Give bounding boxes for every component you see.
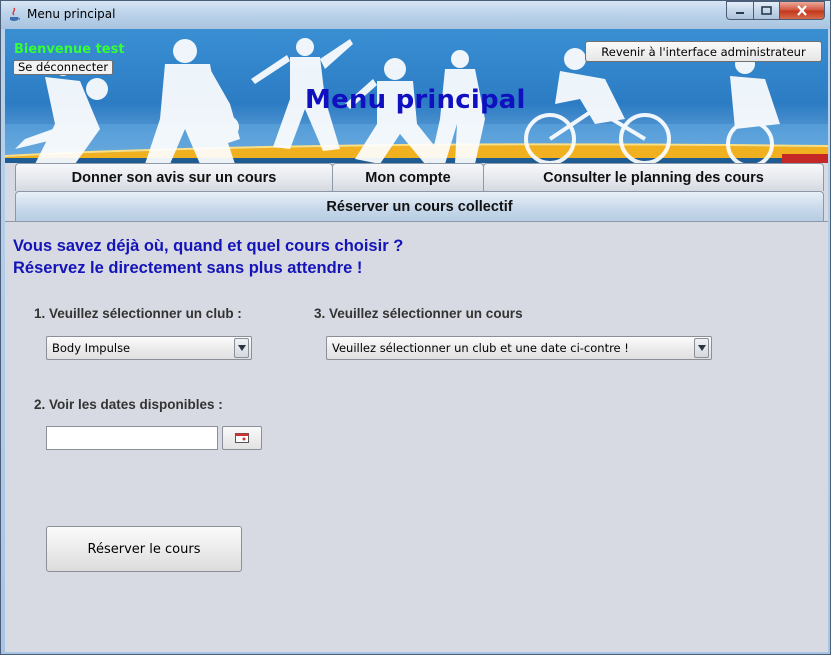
tab-planning[interactable]: Consulter le planning des cours xyxy=(483,163,824,191)
welcome-text: Bienvenue test xyxy=(14,42,125,57)
header-banner: Bienvenue test Se déconnecter Revenir à … xyxy=(5,29,828,164)
tab-reserver[interactable]: Réserver un cours collectif xyxy=(15,191,824,221)
course-select[interactable]: Veuillez sélectionner un club et une dat… xyxy=(326,336,712,360)
admin-interface-button[interactable]: Revenir à l'interface administrateur xyxy=(585,41,822,62)
date-field[interactable] xyxy=(46,426,218,450)
course-label: 3. Veuillez sélectionner un cours xyxy=(314,306,523,321)
headline-call-to-action: Réservez le directement sans plus attend… xyxy=(13,259,363,277)
club-select-value: Body Impulse xyxy=(52,341,131,355)
course-select-value: Veuillez sélectionner un club et une dat… xyxy=(332,341,629,355)
calendar-icon xyxy=(235,433,249,443)
maximize-button[interactable] xyxy=(753,1,779,20)
tab-bar: Donner son avis sur un cours Mon compte … xyxy=(5,163,828,221)
app-window: Menu principal Bienvenue test Se déconne… xyxy=(0,0,831,655)
tab-mon-compte[interactable]: Mon compte xyxy=(332,163,484,191)
headline-question: Vous savez déjà où, quand et quel cours … xyxy=(13,237,404,255)
reservation-panel: Vous savez déjà où, quand et quel cours … xyxy=(5,221,828,652)
content-pane: Bienvenue test Se déconnecter Revenir à … xyxy=(5,29,828,652)
close-icon xyxy=(797,5,807,16)
chevron-down-icon[interactable] xyxy=(694,338,709,358)
logout-button[interactable]: Se déconnecter xyxy=(13,60,114,75)
maximize-icon xyxy=(761,6,772,15)
close-button[interactable] xyxy=(779,1,825,20)
date-picker-button[interactable] xyxy=(222,426,262,450)
window-controls xyxy=(726,1,825,21)
club-select[interactable]: Body Impulse xyxy=(46,336,252,360)
window-title: Menu principal xyxy=(27,7,116,21)
java-icon xyxy=(10,7,20,21)
page-title: Menu principal xyxy=(305,85,526,115)
tab-donner-avis[interactable]: Donner son avis sur un cours xyxy=(15,163,333,191)
club-label: 1. Veuillez sélectionner un club : xyxy=(34,306,242,321)
dates-label: 2. Voir les dates disponibles : xyxy=(34,397,223,412)
minimize-icon xyxy=(736,11,744,14)
title-bar[interactable]: Menu principal xyxy=(1,1,830,29)
minimize-button[interactable] xyxy=(726,1,753,20)
reserve-course-button[interactable]: Réserver le cours xyxy=(46,526,242,572)
chevron-down-icon[interactable] xyxy=(234,338,249,358)
